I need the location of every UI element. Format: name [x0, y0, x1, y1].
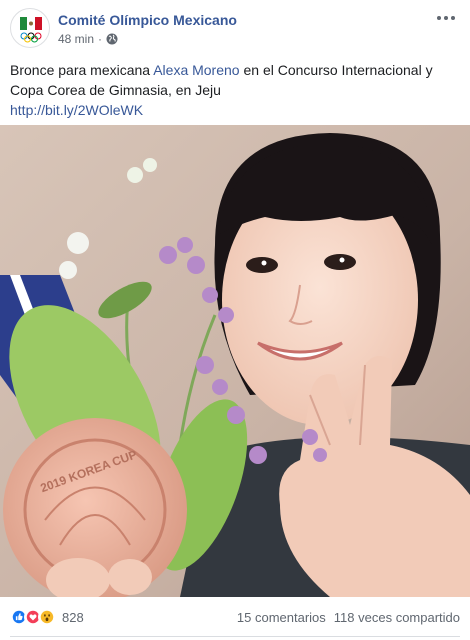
- facebook-post: Comité Olímpico Mexicano 48 min · Bronce…: [0, 0, 470, 640]
- post-footer: 828 15 comentarios 118 veces compartido: [0, 597, 470, 637]
- post-header: Comité Olímpico Mexicano 48 min ·: [0, 0, 470, 56]
- meta-separator: ·: [98, 32, 103, 46]
- reactions-summary[interactable]: 828: [10, 608, 84, 626]
- post-timestamp[interactable]: 48 min: [58, 32, 94, 46]
- shares-count-link[interactable]: 118 veces compartido: [334, 610, 460, 625]
- page-avatar[interactable]: [10, 8, 50, 48]
- post-url-link[interactable]: http://bit.ly/2WOleWK: [10, 102, 143, 118]
- footer-divider: [10, 636, 460, 637]
- wow-icon: [38, 608, 56, 626]
- engagement-stats: 15 comentarios 118 veces compartido: [237, 610, 460, 625]
- comments-count-link[interactable]: 15 comentarios: [237, 610, 326, 625]
- photo-illustration: MEXICANA DE: [0, 125, 470, 597]
- reaction-count: 828: [62, 609, 84, 625]
- post-text-before: Bronce para mexicana: [10, 62, 154, 78]
- post-text: Bronce para mexicana Alexa Moreno en el …: [10, 60, 460, 120]
- post-photo[interactable]: MEXICANA DE: [0, 125, 470, 597]
- globe-icon[interactable]: [106, 33, 118, 45]
- mexican-olympic-committee-logo: [20, 17, 42, 43]
- more-options-icon[interactable]: [434, 8, 458, 28]
- page-name-link[interactable]: Comité Olímpico Mexicano: [58, 12, 237, 28]
- post-meta: 48 min ·: [58, 32, 118, 46]
- mention-link[interactable]: Alexa Moreno: [153, 62, 239, 78]
